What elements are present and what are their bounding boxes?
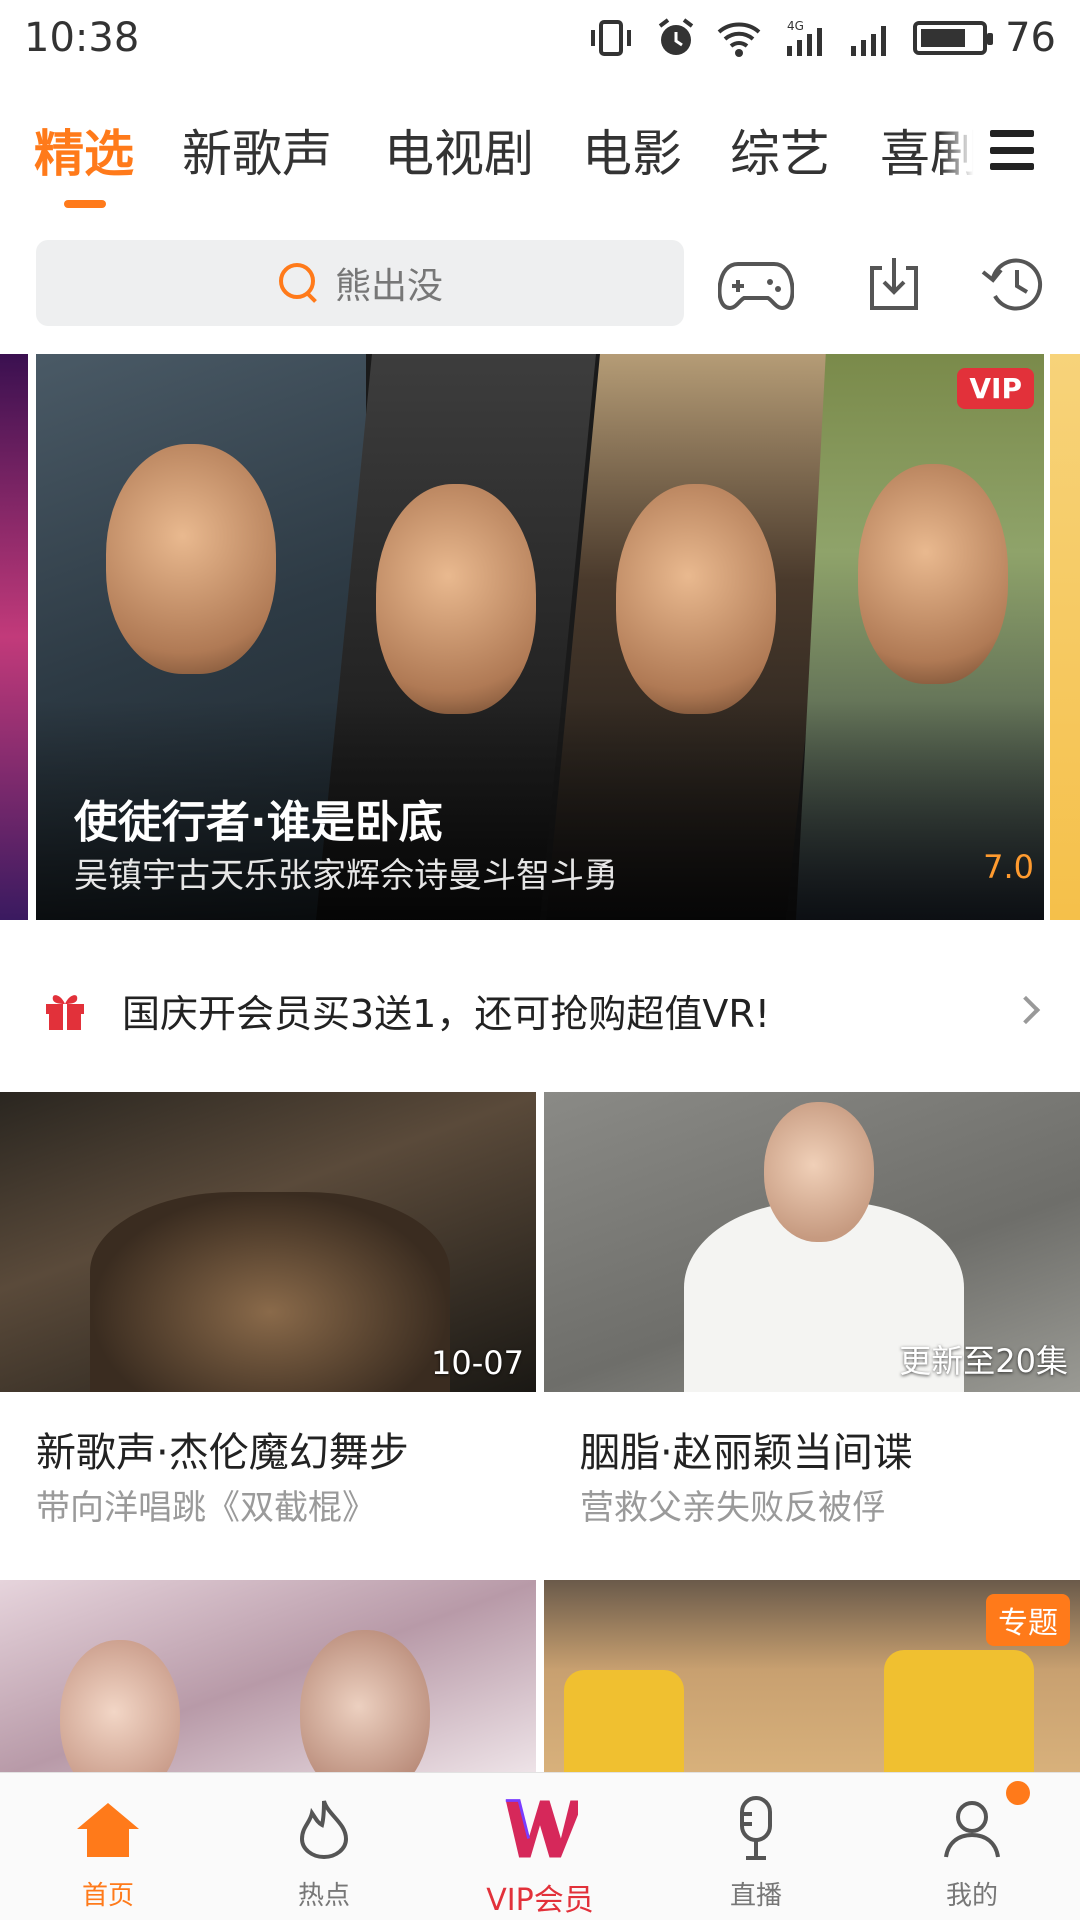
tab-movies[interactable]: 电影 [582,114,682,186]
promo-text: 国庆开会员买3送1，还可抢购超值VR! [122,991,770,1036]
thumbnail-date: 10-07 [431,1344,524,1382]
carousel-prev-peek[interactable] [0,354,28,920]
nav-home[interactable]: 首页 [0,1773,216,1920]
nav-label: 我的 [945,1881,998,1911]
card-subtitle: 带向洋唱跳《双截棍》 [36,1488,376,1528]
status-bar: 10:38 4G 76 [0,0,1080,76]
category-tabs: 精选 新歌声 电视剧 电影 综艺 喜剧 [0,100,1080,210]
carousel-next-peek[interactable] [1050,354,1080,920]
tab-variety[interactable]: 综艺 [730,114,830,186]
status-time: 10:38 [24,15,140,61]
tab-tv-series[interactable]: 电视剧 [384,114,534,186]
nav-live[interactable]: 直播 [648,1773,864,1920]
card-title[interactable]: 胭脂·赵丽颖当间谍 [580,1420,913,1478]
wifi-icon [717,22,761,57]
card-subtitle: 营救父亲失败反被俘 [580,1488,886,1528]
thumbnail-episodes: 更新至20集 [899,1342,1068,1380]
banner-score: 7.0 [983,848,1034,886]
video-thumbnail[interactable]: 10-07 [0,1092,536,1392]
battery-percent: 76 [1005,15,1056,61]
nav-vip[interactable]: VIP会员 [432,1773,648,1920]
bottom-nav: 首页 热点 VIP会员 直播 我的 [0,1772,1080,1920]
notification-dot [1006,1781,1030,1805]
gift-icon [46,995,84,1030]
hero-banner[interactable]: VIP 使徒行者·谁是卧底 吴镇宇古天乐张家辉佘诗曼斗智斗勇 7.0 [36,354,1044,920]
vip-badge: VIP [957,368,1034,409]
tab-new-voice[interactable]: 新歌声 [182,114,332,186]
video-thumbnail[interactable]: 更新至20集 [544,1092,1080,1392]
banner-title: 使徒行者·谁是卧底 [74,797,443,848]
video-thumbnail[interactable] [0,1580,536,1780]
alarm-icon [658,18,694,55]
download-icon[interactable] [854,246,934,322]
signal-4g-icon: 4G [787,19,823,56]
vibrate-icon [591,20,632,56]
nav-hot[interactable]: 热点 [216,1773,432,1920]
flame-icon [286,1793,362,1865]
tab-featured[interactable]: 精选 [34,114,134,186]
chevron-right-icon [1011,995,1041,1025]
game-controller-icon[interactable] [716,246,796,322]
nav-label: VIP会员 [486,1883,594,1918]
vip-w-icon [502,1793,578,1865]
battery-icon [913,21,994,55]
nav-label: 热点 [297,1881,350,1911]
topic-badge: 专题 [986,1594,1070,1646]
banner-subtitle: 吴镇宇古天乐张家辉佘诗曼斗智斗勇 [74,856,618,896]
status-icons: 4G 76 [585,15,1056,61]
video-thumbnail[interactable]: 专题 [544,1580,1080,1780]
nav-profile[interactable]: 我的 [864,1773,1080,1920]
card-title[interactable]: 新歌声·杰伦魔幻舞步 [36,1420,409,1478]
nav-label: 直播 [729,1881,782,1911]
nav-label: 首页 [81,1881,134,1911]
search-icon [277,261,321,305]
active-tab-indicator [64,200,106,208]
user-icon [934,1793,1010,1865]
svg-text:4G: 4G [787,19,804,33]
history-icon[interactable] [972,246,1052,322]
microphone-icon [718,1793,794,1865]
promo-row[interactable]: 国庆开会员买3送1，还可抢购超值VR! [0,960,1080,1060]
menu-icon[interactable] [990,130,1034,170]
search-bar[interactable]: 熊出没 [36,240,684,326]
home-icon [70,1793,146,1865]
signal-icon [851,26,887,56]
search-placeholder: 熊出没 [334,266,443,307]
